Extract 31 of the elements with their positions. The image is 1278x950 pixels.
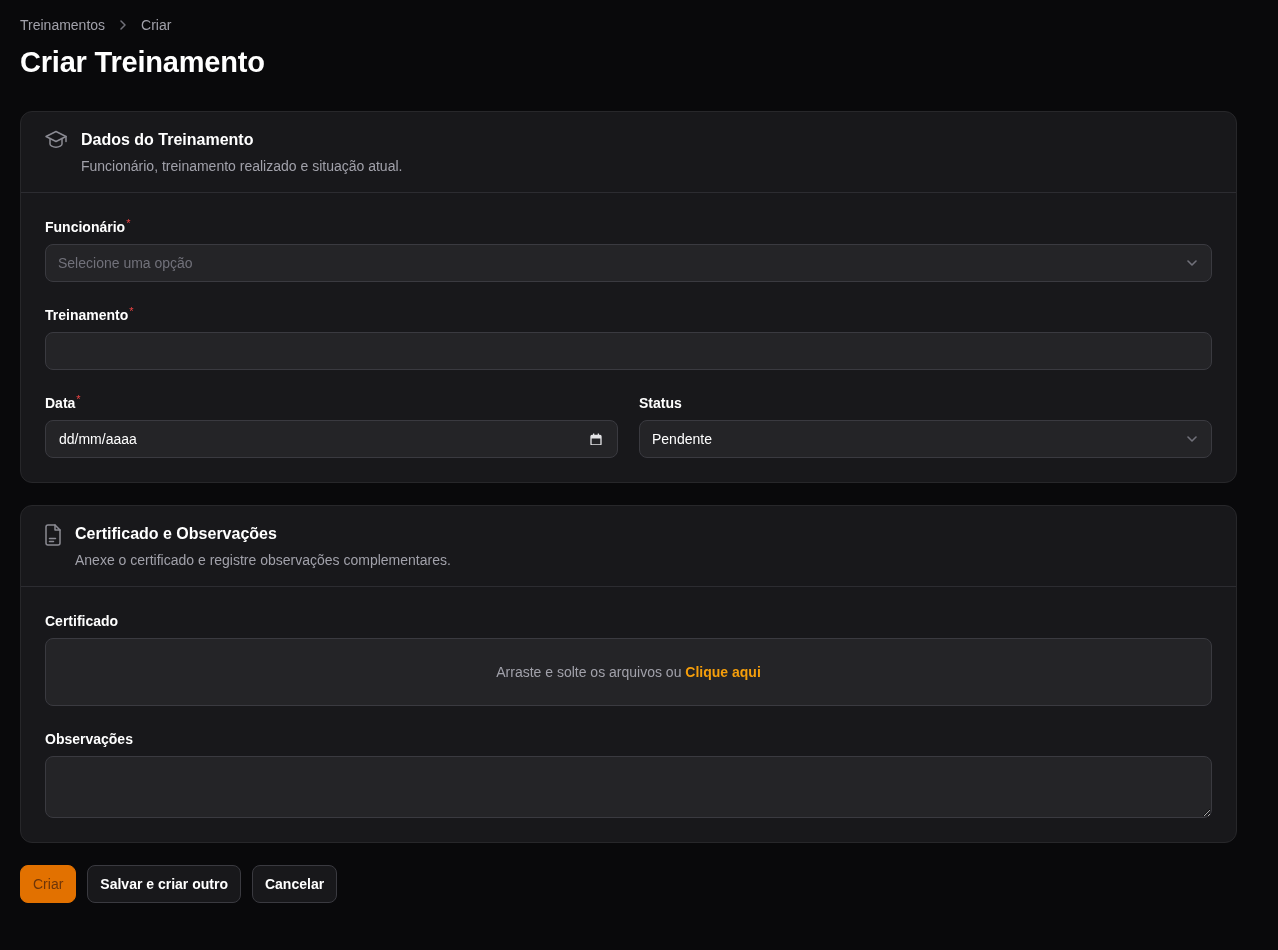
breadcrumb-link[interactable]: Criar bbox=[141, 15, 172, 35]
browse-link[interactable]: Clique aqui bbox=[685, 664, 761, 680]
field-label: Observações bbox=[45, 730, 133, 749]
chevron-down-icon bbox=[1187, 260, 1197, 266]
field-label: Treinamento bbox=[45, 306, 129, 325]
section-title: Dados do Treinamento bbox=[81, 130, 254, 150]
breadcrumb-link[interactable]: Treinamentos bbox=[20, 15, 106, 35]
required-mark: * bbox=[129, 305, 134, 317]
section-subtitle: Funcionário, treinamento realizado e situação atual. bbox=[81, 157, 403, 176]
section-subtitle: Anexe o certificado e registre observações complementares. bbox=[75, 551, 451, 570]
calendar-icon bbox=[590, 433, 602, 445]
file-dropzone[interactable]: Arraste e solte os arquivos ou Clique aqui bbox=[45, 638, 1212, 706]
input-field[interactable] bbox=[45, 332, 1212, 370]
chevron-down-icon bbox=[1187, 436, 1197, 442]
required-mark: * bbox=[76, 393, 81, 405]
action-button[interactable]: Salvar e criar outro bbox=[87, 865, 241, 903]
date-field[interactable]: dd/mm/aaaa bbox=[45, 420, 618, 458]
document-icon bbox=[45, 524, 61, 546]
textarea-field[interactable] bbox=[45, 756, 1212, 818]
action-button[interactable]: Cancelar bbox=[251, 865, 338, 903]
chevron-right-icon bbox=[120, 20, 127, 30]
required-mark: * bbox=[126, 217, 131, 229]
section-title: Certificado e Observações bbox=[75, 524, 277, 544]
graduation-cap-icon bbox=[45, 130, 67, 149]
dropzone-text: Arraste e solte os arquivos ou Clique aqui bbox=[496, 663, 761, 682]
field-label: Funcionário bbox=[45, 218, 126, 237]
page-title: Criar Treinamento bbox=[20, 45, 265, 79]
field-label: Data bbox=[45, 394, 76, 413]
field-label: Certificado bbox=[45, 612, 119, 631]
field-label: Status bbox=[639, 394, 682, 413]
select-field[interactable]: Pendente bbox=[639, 420, 1212, 458]
